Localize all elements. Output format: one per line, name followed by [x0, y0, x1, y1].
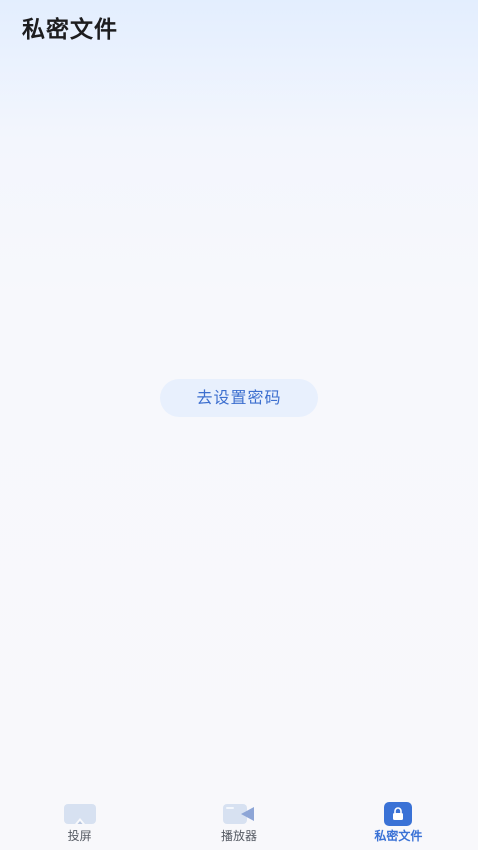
tab-video-player[interactable]: 播放器 [159, 796, 318, 850]
tab-private-files-label: 私密文件 [374, 829, 423, 843]
video-player-icon [222, 802, 256, 826]
tab-screen-cast-label: 投屏 [67, 829, 92, 843]
lock-icon [381, 802, 415, 826]
bottom-tab-bar: 投屏 播放器 私密文件 [0, 796, 478, 850]
tab-private-files[interactable]: 私密文件 [319, 796, 478, 850]
set-password-button[interactable]: 去设置密码 [160, 379, 318, 417]
tab-video-player-label: 播放器 [220, 829, 257, 843]
screen-cast-icon [63, 802, 97, 826]
page-title: 私密文件 [22, 17, 118, 43]
tab-screen-cast[interactable]: 投屏 [0, 796, 159, 850]
